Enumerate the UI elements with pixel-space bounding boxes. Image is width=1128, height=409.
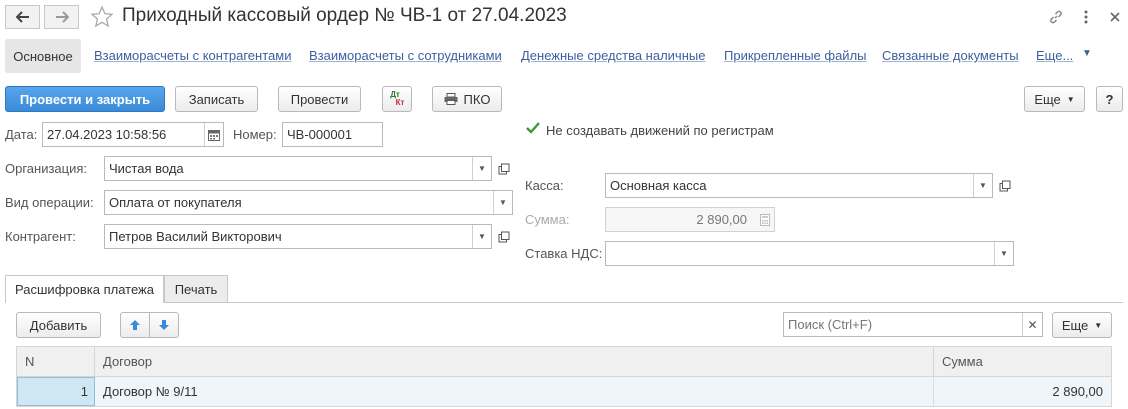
arrow-down-icon	[159, 320, 169, 330]
row-number: 1	[80, 384, 88, 399]
table-more-label: Еще	[1061, 317, 1089, 333]
column-header-n[interactable]: N	[17, 347, 95, 376]
add-row-button[interactable]: Добавить	[16, 312, 101, 338]
clear-search-icon[interactable]: ✕	[1022, 313, 1042, 336]
organization-label: Организация:	[5, 161, 88, 176]
counterparty-label: Контрагент:	[5, 229, 76, 244]
operation-type-value: Оплата от покупателя	[109, 195, 242, 210]
calendar-icon[interactable]	[204, 123, 223, 146]
table-row[interactable]: 1 Договор № 9/11 2 890,00	[16, 377, 1112, 407]
organization-value: Чистая вода	[109, 161, 184, 176]
move-up-button[interactable]	[120, 312, 150, 338]
link-icon[interactable]	[1046, 7, 1066, 27]
counterparty-dropdown-icon[interactable]: ▼	[472, 225, 491, 248]
save-button[interactable]: Записать	[175, 86, 258, 112]
tab-print[interactable]: Печать	[164, 275, 228, 302]
date-field[interactable]: 27.04.2023 10:58:56	[42, 122, 224, 147]
arrow-right-icon	[55, 11, 69, 23]
favorite-star-icon[interactable]	[90, 5, 114, 29]
organization-dropdown-icon[interactable]: ▼	[472, 157, 491, 180]
vat-rate-dropdown-icon[interactable]: ▼	[994, 242, 1013, 265]
cash-desk-field[interactable]: Основная касса ▼	[605, 173, 993, 198]
organization-open-icon[interactable]	[494, 156, 513, 181]
amount-cell[interactable]: 2 890,00	[934, 377, 1111, 406]
row-number-cell[interactable]: 1	[17, 377, 95, 406]
table-search[interactable]: ✕	[783, 312, 1043, 337]
organization-field[interactable]: Чистая вода ▼	[104, 156, 492, 181]
counterparty-open-icon[interactable]	[494, 224, 513, 249]
tab-more-label: Еще...	[1036, 48, 1074, 63]
operation-type-field[interactable]: Оплата от покупателя ▼	[104, 190, 513, 215]
contract-cell[interactable]: Договор № 9/11	[95, 377, 934, 406]
tab-attached-files[interactable]: Прикрепленные файлы	[724, 48, 867, 63]
table-header: N Договор Сумма	[16, 346, 1112, 377]
tab-more-link[interactable]: Еще...	[1036, 48, 1073, 63]
tab-payment-details[interactable]: Расшифровка платежа	[5, 275, 164, 303]
operation-type-label: Вид операции:	[5, 195, 94, 210]
no-movements-checkbox[interactable]	[525, 120, 541, 136]
no-movements-label: Не создавать движений по регистрам	[546, 123, 774, 138]
operation-type-dropdown-icon[interactable]: ▼	[493, 191, 512, 214]
printer-icon	[444, 93, 458, 105]
cash-desk-open-icon[interactable]	[995, 173, 1014, 198]
arrow-up-icon	[130, 320, 140, 330]
search-input[interactable]	[784, 313, 1022, 336]
more-actions-button[interactable]: Еще ▼	[1024, 86, 1085, 112]
vat-rate-field[interactable]: ▼	[605, 241, 1014, 266]
contract-value: Договор № 9/11	[103, 384, 198, 399]
close-icon[interactable]	[1105, 7, 1125, 27]
table-tabs-divider	[5, 302, 1123, 303]
dtkt-icon-kt: Кт	[395, 98, 405, 107]
chevron-down-icon: ▼	[1082, 48, 1092, 59]
more-vertical-icon[interactable]	[1076, 7, 1096, 27]
post-and-close-button[interactable]: Провести и закрыть	[5, 86, 165, 112]
page-title: Приходный кассовый ордер № ЧВ-1 от 27.04…	[122, 5, 567, 26]
cash-desk-value: Основная касса	[610, 178, 707, 193]
pko-print-button[interactable]: ПКО	[432, 86, 502, 112]
move-down-button[interactable]	[149, 312, 179, 338]
cash-desk-dropdown-icon[interactable]: ▼	[973, 174, 992, 197]
caret-down-icon: ▼	[1094, 320, 1103, 330]
tab-main[interactable]: Основное	[5, 39, 81, 73]
column-header-contract[interactable]: Договор	[95, 347, 934, 376]
tab-settlements-employees[interactable]: Взаиморасчеты с сотрудниками	[309, 48, 502, 63]
back-button[interactable]	[5, 5, 40, 29]
amount-field: 2 890,00	[605, 207, 775, 232]
tab-related-documents[interactable]: Связанные документы	[882, 48, 1019, 63]
more-actions-label: Еще	[1034, 91, 1061, 107]
number-field[interactable]: ЧВ-000001	[282, 122, 383, 147]
dtkt-button[interactable]: Дт Кт	[382, 86, 412, 112]
table-more-button[interactable]: Еще ▼	[1052, 312, 1112, 338]
number-value: ЧВ-000001	[287, 127, 353, 142]
vat-rate-label: Ставка НДС:	[525, 246, 603, 261]
forward-button[interactable]	[44, 5, 79, 29]
calculator-icon	[755, 208, 774, 231]
date-label: Дата:	[5, 127, 38, 142]
caret-down-icon: ▼	[1066, 94, 1075, 104]
post-button[interactable]: Провести	[278, 86, 361, 112]
tab-settlements-counterparties[interactable]: Взаиморасчеты с контрагентами	[94, 48, 291, 63]
counterparty-value: Петров Василий Викторович	[109, 229, 282, 244]
counterparty-field[interactable]: Петров Василий Викторович ▼	[104, 224, 492, 249]
amount-value: 2 890,00	[696, 212, 747, 227]
pko-label: ПКО	[463, 91, 491, 107]
cash-desk-label: Касса:	[525, 178, 564, 193]
help-button[interactable]: ?	[1096, 86, 1123, 112]
number-label: Номер:	[233, 127, 277, 142]
arrow-left-icon	[15, 11, 29, 23]
row-amount: 2 890,00	[1052, 384, 1103, 399]
tab-cash-funds[interactable]: Денежные средства наличные	[521, 48, 705, 63]
amount-label: Сумма:	[525, 212, 570, 227]
date-value: 27.04.2023 10:58:56	[47, 127, 167, 142]
column-header-amount[interactable]: Сумма	[934, 347, 1111, 376]
